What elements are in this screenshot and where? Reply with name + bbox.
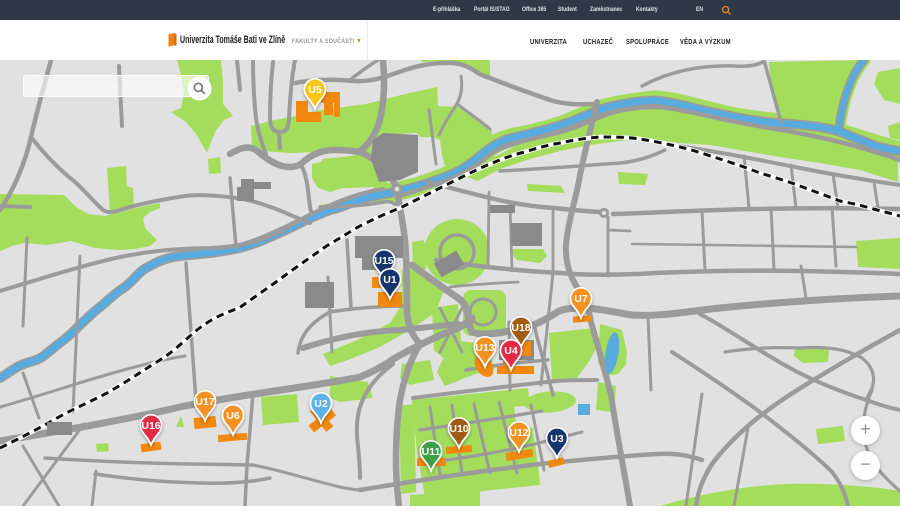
svg-text:U10: U10	[449, 423, 468, 435]
svg-text:U3: U3	[550, 433, 564, 445]
svg-text:U18: U18	[511, 322, 530, 334]
svg-text:U15: U15	[374, 255, 393, 267]
svg-text:U6: U6	[226, 410, 240, 422]
svg-text:U11: U11	[422, 446, 441, 458]
svg-text:U16: U16	[141, 420, 160, 432]
svg-text:U2: U2	[314, 398, 328, 410]
svg-text:U7: U7	[574, 293, 588, 305]
svg-text:U5: U5	[308, 84, 322, 96]
svg-text:U4: U4	[504, 345, 518, 357]
svg-text:U13: U13	[475, 342, 494, 354]
svg-text:U17: U17	[195, 396, 214, 408]
svg-text:U1: U1	[383, 274, 397, 286]
svg-text:U12: U12	[509, 427, 528, 439]
